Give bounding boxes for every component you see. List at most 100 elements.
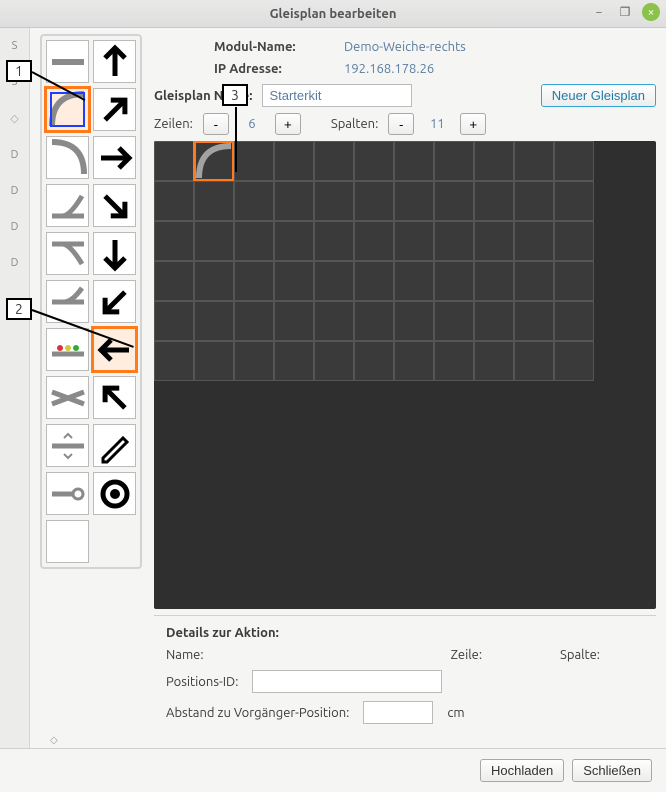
dir-downright[interactable]: [93, 184, 136, 227]
grid-cell[interactable]: [394, 141, 434, 181]
plan-name-input[interactable]: [262, 84, 412, 107]
grid-cell[interactable]: [314, 181, 354, 221]
grid-cell[interactable]: [194, 261, 234, 301]
grid-cell[interactable]: [154, 221, 194, 261]
upload-button[interactable]: Hochladen: [480, 759, 564, 782]
dir-down[interactable]: [93, 232, 136, 275]
grid-cell[interactable]: [234, 341, 274, 381]
grid-cell[interactable]: [394, 221, 434, 261]
grid-cell[interactable]: [234, 181, 274, 221]
grid-cell[interactable]: [474, 141, 514, 181]
grid-cell[interactable]: [194, 301, 234, 341]
sidebar-tab-5[interactable]: D: [0, 217, 29, 237]
grid-cell[interactable]: [274, 181, 314, 221]
minimize-button[interactable]: −: [590, 3, 608, 21]
grid-cell[interactable]: [354, 141, 394, 181]
track-curve-se[interactable]: [46, 88, 89, 131]
sidebar-tab-6[interactable]: D: [0, 253, 29, 273]
grid-cell[interactable]: [154, 341, 194, 381]
bumper-item[interactable]: [46, 472, 89, 515]
grid-cell[interactable]: [154, 141, 194, 181]
distance-input[interactable]: [363, 701, 433, 724]
grid-cell[interactable]: [194, 221, 234, 261]
dir-right[interactable]: [93, 136, 136, 179]
switch-y-up[interactable]: [46, 184, 89, 227]
dir-up[interactable]: [93, 40, 136, 83]
grid-cell[interactable]: [554, 301, 594, 341]
grid-cell[interactable]: [474, 261, 514, 301]
grid-cell[interactable]: [314, 261, 354, 301]
track-curve-sw[interactable]: [46, 136, 89, 179]
grid-cell[interactable]: [314, 141, 354, 181]
grid-cell[interactable]: [514, 341, 554, 381]
grid-cell[interactable]: [394, 181, 434, 221]
grid-cell[interactable]: [514, 141, 554, 181]
grid-cell[interactable]: [314, 221, 354, 261]
resize-handle-icon[interactable]: ◇: [50, 734, 58, 746]
switch-left[interactable]: [46, 280, 89, 323]
grid-cell[interactable]: [554, 181, 594, 221]
grid-cell[interactable]: [554, 341, 594, 381]
sidebar-tab-2[interactable]: ◇: [0, 108, 29, 129]
cols-minus-button[interactable]: -: [388, 113, 414, 135]
grid-cell[interactable]: [154, 301, 194, 341]
grid-cell[interactable]: [314, 301, 354, 341]
grid-cell[interactable]: [194, 141, 234, 181]
sidebar-tab-0[interactable]: S: [0, 36, 29, 56]
grid-cell[interactable]: [474, 341, 514, 381]
grid-cell[interactable]: [234, 301, 274, 341]
grid-cell[interactable]: [274, 341, 314, 381]
cols-plus-button[interactable]: +: [460, 113, 486, 135]
grid-cell[interactable]: [194, 341, 234, 381]
trackplan-canvas[interactable]: [154, 141, 656, 609]
decoupler-item[interactable]: [46, 424, 89, 467]
tool-pencil[interactable]: [93, 424, 136, 467]
tool-eye[interactable]: [93, 472, 136, 515]
grid-cell[interactable]: [514, 301, 554, 341]
grid-cell[interactable]: [514, 261, 554, 301]
switch-y-down[interactable]: [46, 232, 89, 275]
grid-cell[interactable]: [514, 181, 554, 221]
grid-cell[interactable]: [394, 341, 434, 381]
grid-cell[interactable]: [354, 261, 394, 301]
dir-upleft[interactable]: [93, 376, 136, 419]
grid-cell[interactable]: [474, 181, 514, 221]
empty-cell[interactable]: [46, 520, 89, 563]
grid-cell[interactable]: [394, 301, 434, 341]
cross-double[interactable]: [46, 376, 89, 419]
close-button[interactable]: Schließen: [572, 759, 652, 782]
signal-item[interactable]: [46, 328, 89, 371]
grid-cell[interactable]: [554, 141, 594, 181]
grid-cell[interactable]: [434, 221, 474, 261]
grid-cell[interactable]: [354, 341, 394, 381]
dir-upright[interactable]: [93, 88, 136, 131]
grid-cell[interactable]: [394, 261, 434, 301]
grid-cell[interactable]: [434, 341, 474, 381]
grid-cell[interactable]: [234, 221, 274, 261]
dir-downleft[interactable]: [93, 280, 136, 323]
dir-left[interactable]: [93, 328, 136, 371]
sidebar-tab-1[interactable]: S: [0, 72, 29, 92]
grid-cell[interactable]: [434, 261, 474, 301]
grid-cell[interactable]: [234, 261, 274, 301]
posid-input[interactable]: [252, 670, 442, 693]
maximize-button[interactable]: ❐: [616, 3, 634, 21]
grid-cell[interactable]: [154, 181, 194, 221]
grid-cell[interactable]: [314, 341, 354, 381]
grid-cell[interactable]: [474, 301, 514, 341]
grid-cell[interactable]: [354, 181, 394, 221]
grid-cell[interactable]: [274, 141, 314, 181]
grid-cell[interactable]: [274, 261, 314, 301]
grid-cell[interactable]: [554, 261, 594, 301]
close-window-button[interactable]: ×: [642, 3, 660, 21]
sidebar-tab-3[interactable]: D: [0, 145, 29, 165]
grid-cell[interactable]: [234, 141, 274, 181]
track-straight-h[interactable]: [46, 40, 89, 83]
grid-cell[interactable]: [554, 221, 594, 261]
grid-cell[interactable]: [354, 221, 394, 261]
grid-cell[interactable]: [474, 221, 514, 261]
new-plan-button[interactable]: Neuer Gleisplan: [541, 84, 656, 107]
rows-minus-button[interactable]: -: [203, 113, 229, 135]
grid-cell[interactable]: [194, 181, 234, 221]
grid-cell[interactable]: [154, 261, 194, 301]
